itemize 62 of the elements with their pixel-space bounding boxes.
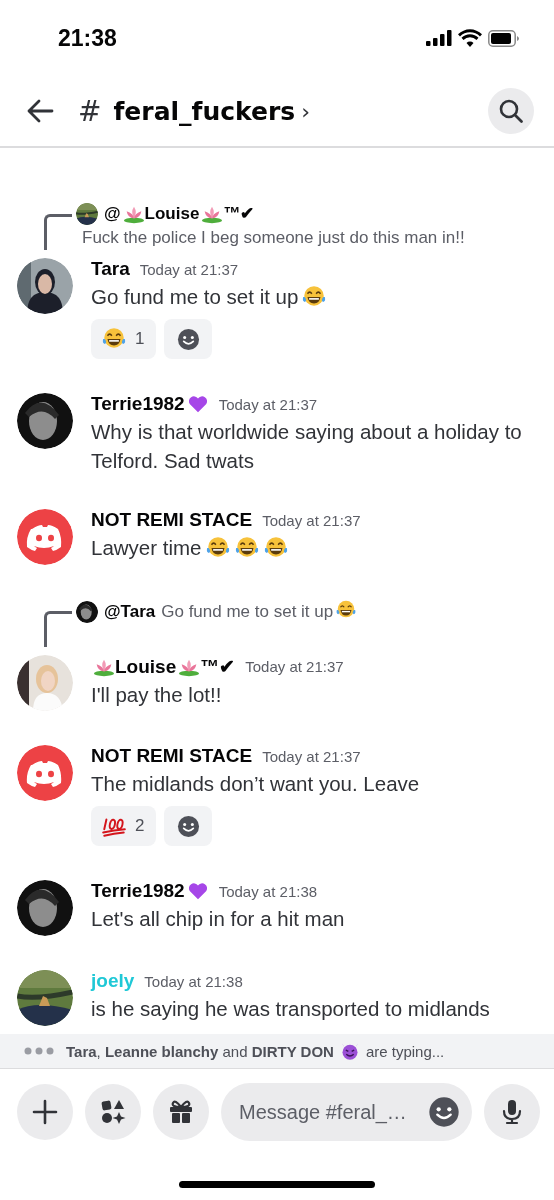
- author-name: Terrie1982: [91, 393, 185, 415]
- add-button[interactable]: [17, 1084, 73, 1140]
- author-name: Louise: [115, 655, 177, 678]
- shapes-icon: [99, 1098, 127, 1126]
- reply-connector-line: [44, 214, 72, 250]
- reply-connector-line: [44, 611, 72, 647]
- microphone-button[interactable]: [484, 1084, 540, 1140]
- back-arrow-icon[interactable]: [26, 97, 54, 125]
- status-time: 21:38: [58, 24, 117, 52]
- smiley-icon: [176, 327, 200, 351]
- avatar-logo-icon[interactable]: [17, 509, 73, 565]
- message-timestamp: Today at 21:37: [245, 658, 344, 675]
- message-timestamp: Today at 21:37: [262, 511, 361, 529]
- message-text: Lawyer time: [91, 536, 202, 559]
- smiley-icon: [176, 814, 200, 838]
- reply-preview-text: Go fund me to set it up: [161, 602, 334, 621]
- message-timestamp: Today at 21:38: [218, 882, 318, 900]
- message-timestamp: Today at 21:37: [218, 395, 318, 413]
- reply-author-name: @Tara: [104, 600, 156, 623]
- channel-hash: #: [78, 94, 102, 128]
- reply-author-name: ™✔: [223, 203, 255, 225]
- message-text: Go fund me to set it up: [91, 285, 299, 308]
- signal-icon: [426, 30, 452, 46]
- search-icon: [498, 98, 524, 124]
- author-name: ™✔: [200, 655, 236, 678]
- reaction-button[interactable]: 2: [91, 806, 157, 846]
- reply-preview-text: Fuck the police I beg someone just do this man in!!: [82, 228, 465, 247]
- add-reaction-button[interactable]: [164, 319, 213, 359]
- reply-author-name: Louise: [144, 203, 200, 225]
- typing-dots-icon: [24, 1047, 54, 1055]
- heart-icon: [186, 393, 209, 415]
- emoji-picker-icon: [428, 1096, 460, 1128]
- author-name: Tara: [91, 258, 130, 280]
- gift-button[interactable]: [153, 1084, 209, 1140]
- reply-author-name: @: [104, 203, 121, 225]
- message-timestamp: Today at 21:37: [262, 747, 361, 765]
- author-name: NOT REMI STACE: [91, 509, 253, 531]
- typing-names: Tara, Leanne blanchy and DIRTY DON: [66, 1042, 334, 1060]
- add-reaction-button[interactable]: [164, 806, 213, 846]
- author-name: NOT REMI STACE: [91, 745, 253, 767]
- search-button[interactable]: [488, 88, 534, 134]
- message-text: Why is that worldwide saying about a holiday to Telford. Sad twats: [91, 420, 522, 472]
- author-name: joely: [91, 970, 135, 992]
- message-timestamp: Today at 21:37: [139, 260, 239, 278]
- message-text: Let's all chip in for a hit man: [91, 907, 345, 930]
- message-text: is he saying he was transported to midlands: [91, 997, 490, 1020]
- heart-icon: [186, 880, 209, 902]
- battery-icon: [488, 29, 520, 47]
- apps-button[interactable]: [85, 1084, 141, 1140]
- typing-status: are typing...: [365, 1042, 445, 1060]
- channel-name[interactable]: feral_fuckers: [113, 96, 296, 126]
- author-name: Terrie1982: [91, 880, 185, 902]
- message-input[interactable]: Message #feral_…: [221, 1083, 472, 1141]
- gift-icon: [167, 1098, 195, 1126]
- message-text: The midlands don’t want you. Leave: [91, 772, 420, 795]
- message-text: I'll pay the lot!!: [91, 683, 222, 706]
- chevron[interactable]: ›: [301, 98, 310, 124]
- avatar-logo-icon[interactable]: [17, 745, 73, 801]
- plus-icon: [31, 1098, 59, 1126]
- message-timestamp: Today at 21:38: [144, 972, 243, 990]
- reaction-button[interactable]: 1: [91, 319, 157, 359]
- wifi-icon: [458, 29, 482, 47]
